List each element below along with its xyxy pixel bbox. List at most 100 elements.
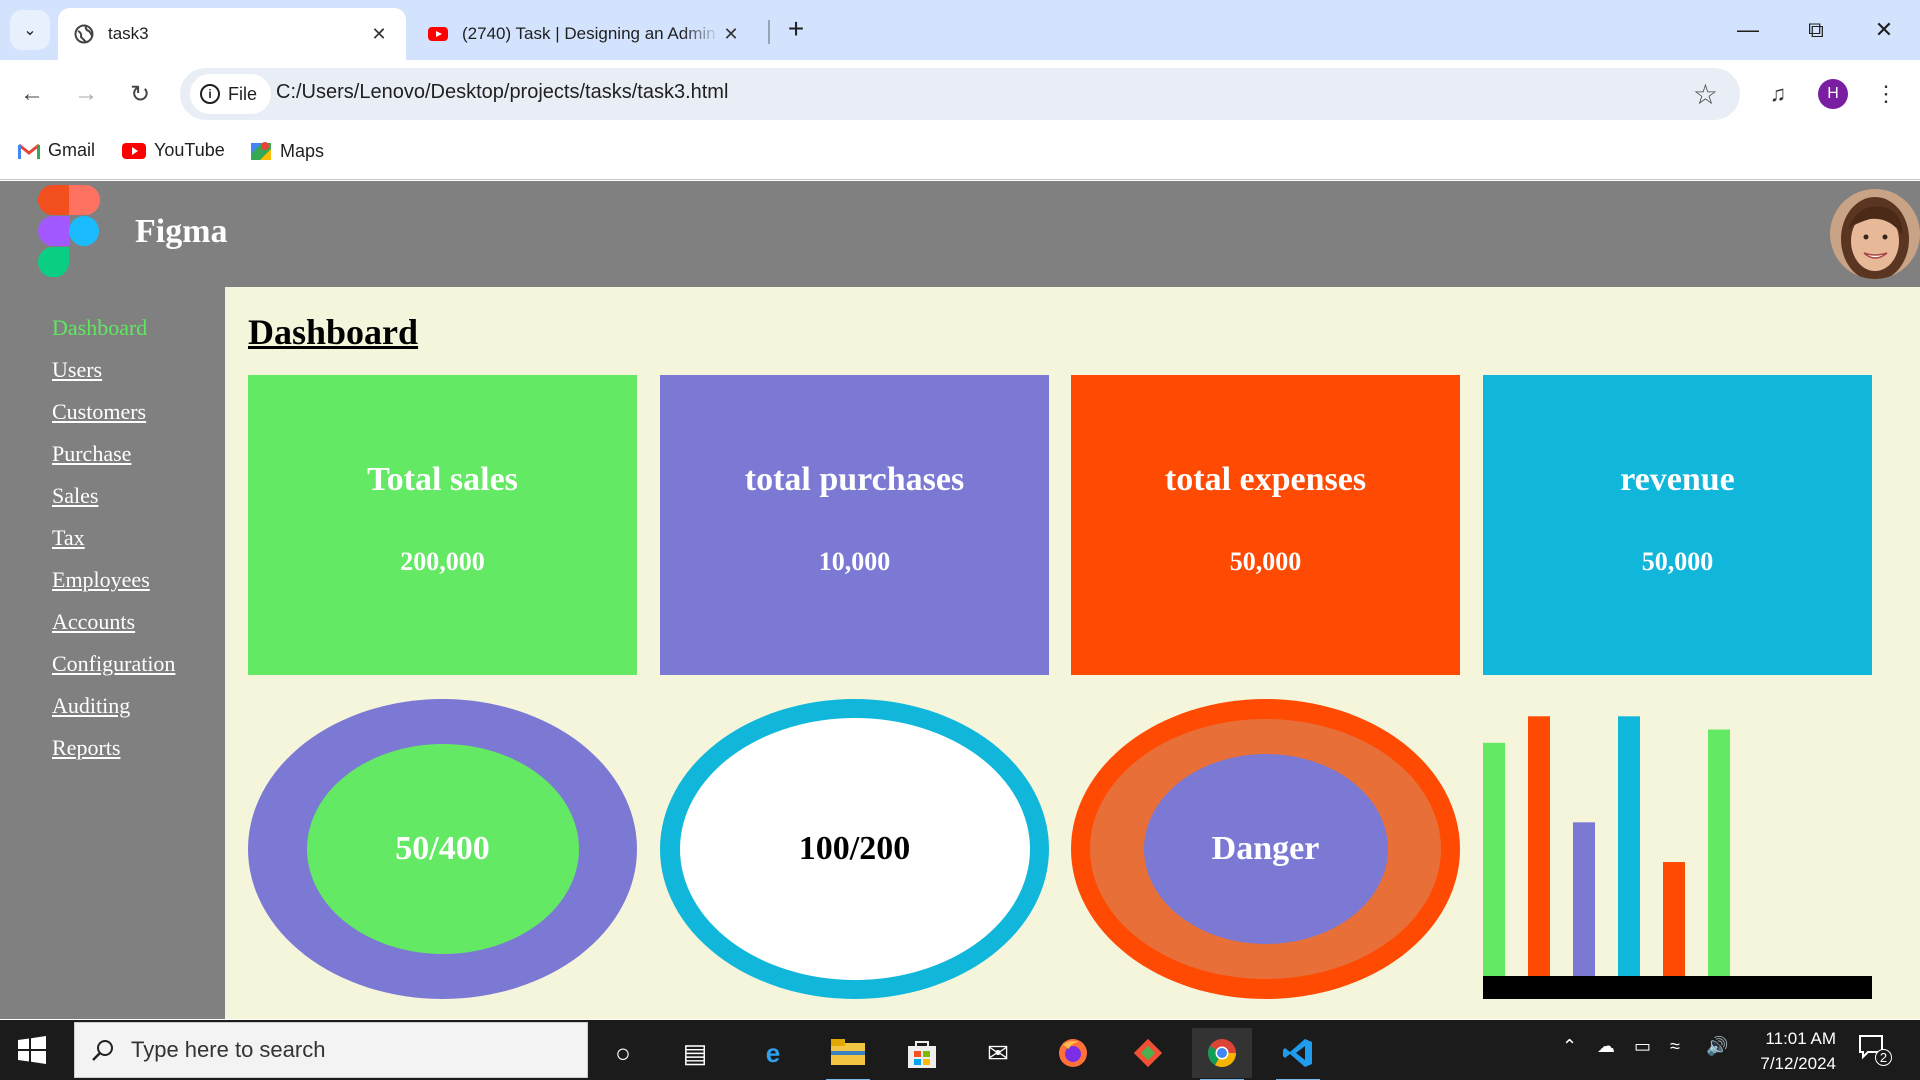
url-text[interactable]: C:/Users/Lenovo/Desktop/projects/tasks/t… bbox=[276, 81, 728, 104]
taskbar-search-box[interactable]: Type here to search bbox=[74, 1022, 588, 1078]
sidebar-item-employees[interactable]: Employees bbox=[52, 559, 225, 601]
sidebar-item-customers[interactable]: Customers bbox=[52, 391, 225, 433]
chrome-icon[interactable] bbox=[1192, 1028, 1252, 1080]
sidebar-item-users[interactable]: Users bbox=[52, 349, 225, 391]
bookmark-gmail[interactable]: Gmail bbox=[18, 140, 95, 161]
tab-search-button[interactable]: ⌄ bbox=[10, 10, 50, 50]
bookmark-label: Gmail bbox=[48, 140, 96, 160]
tab-divider bbox=[768, 20, 770, 44]
ring-label: 50/400 bbox=[306, 744, 579, 954]
volume-icon[interactable]: 🔊 bbox=[1706, 1036, 1728, 1057]
sidebar-item-dashboard[interactable]: Dashboard bbox=[52, 307, 225, 349]
close-tab-icon[interactable]: ✕ bbox=[368, 24, 390, 45]
edge-icon[interactable]: e bbox=[743, 1028, 803, 1078]
main-content: Dashboard Total sales 200,000 total purc… bbox=[248, 287, 1920, 1019]
figma-logo-icon bbox=[38, 185, 100, 277]
chart-bar-2 bbox=[1528, 716, 1550, 976]
tray-chevron-up-icon[interactable]: ⌃ bbox=[1562, 1036, 1577, 1057]
stat-card-title: total purchases bbox=[744, 461, 965, 498]
youtube-icon bbox=[122, 142, 146, 159]
stat-card-title: total expenses bbox=[1164, 461, 1367, 498]
address-bar[interactable]: i File C:/Users/Lenovo/Desktop/projects/… bbox=[180, 68, 1740, 120]
system-clock[interactable]: 11:01 AM 7/12/2024 bbox=[1736, 1026, 1836, 1076]
bookmark-label: YouTube bbox=[154, 140, 225, 160]
stat-card-total-sales: Total sales 200,000 bbox=[248, 375, 637, 675]
web-page: Figma Dashboard Users Customers Purchase… bbox=[0, 181, 1920, 1019]
sidebar-item-reports[interactable]: Reports bbox=[52, 727, 225, 769]
site-info-chip[interactable]: i File bbox=[190, 74, 272, 114]
gmail-icon bbox=[18, 143, 40, 159]
user-avatar[interactable] bbox=[1830, 189, 1920, 279]
wifi-icon[interactable]: ≈ bbox=[1670, 1036, 1680, 1057]
profile-avatar[interactable]: H bbox=[1818, 79, 1848, 109]
chevron-down-icon: ⌄ bbox=[23, 22, 37, 39]
cortana-icon[interactable]: ○ bbox=[593, 1028, 653, 1078]
tab-task3[interactable]: task3 ✕ bbox=[58, 8, 406, 60]
minimize-button[interactable]: — bbox=[1718, 10, 1778, 50]
firefox-icon[interactable] bbox=[1043, 1028, 1103, 1078]
brand-name: Figma bbox=[135, 213, 228, 250]
globe-icon bbox=[74, 24, 94, 44]
sidebar-nav: Dashboard Users Customers Purchase Sales… bbox=[0, 287, 225, 1019]
sidebar-item-accounts[interactable]: Accounts bbox=[52, 601, 225, 643]
microsoft-store-icon[interactable] bbox=[892, 1028, 952, 1078]
windows-taskbar: Type here to search ○ ▤ e ✉ ⌃ ☁ ▭ ≈ 🔊 11… bbox=[0, 1020, 1920, 1080]
bookmark-label: Maps bbox=[280, 140, 325, 161]
stat-card-total-expenses: total expenses 50,000 bbox=[1071, 375, 1460, 675]
sidebar-item-purchase[interactable]: Purchase bbox=[52, 433, 225, 475]
chart-bar-5 bbox=[1663, 862, 1685, 976]
sidebar-item-sales[interactable]: Sales bbox=[52, 475, 225, 517]
battery-icon[interactable]: ▭ bbox=[1634, 1036, 1651, 1057]
notification-count-badge: 2 bbox=[1875, 1049, 1892, 1066]
mini-bar-chart bbox=[1483, 716, 1872, 999]
chart-bar-1 bbox=[1483, 742, 1505, 976]
onedrive-cloud-icon[interactable]: ☁ bbox=[1597, 1036, 1615, 1057]
ring-label: Danger bbox=[1143, 754, 1388, 944]
windows-start-icon[interactable] bbox=[18, 1036, 46, 1064]
sidebar-item-tax[interactable]: Tax bbox=[52, 517, 225, 559]
more-menu-icon[interactable]: ⋮ bbox=[1868, 76, 1904, 112]
stat-card-title: revenue bbox=[1620, 461, 1735, 498]
progress-ring-50-400: 50/400 bbox=[248, 699, 637, 999]
mail-icon[interactable]: ✉ bbox=[968, 1028, 1028, 1078]
reload-button[interactable]: ↻ bbox=[124, 78, 156, 110]
youtube-icon bbox=[428, 27, 448, 41]
danger-ring-middle: Danger bbox=[1090, 719, 1441, 979]
bookmark-maps[interactable]: Maps bbox=[250, 140, 324, 162]
bookmark-star-icon[interactable]: ☆ bbox=[1693, 78, 1718, 111]
file-explorer-icon[interactable] bbox=[818, 1028, 878, 1080]
new-tab-button[interactable]: + bbox=[780, 14, 812, 46]
stat-card-value: 10,000 bbox=[818, 547, 891, 576]
forward-button[interactable]: → bbox=[70, 78, 102, 110]
media-control-icon[interactable]: ♫ bbox=[1760, 76, 1796, 112]
vscode-icon[interactable] bbox=[1268, 1028, 1328, 1080]
search-icon bbox=[92, 1040, 113, 1061]
tab-title: (2740) Task | Designing an Admin Dashboa… bbox=[462, 24, 720, 43]
page-title: Dashboard bbox=[248, 312, 419, 352]
sidebar-item-configuration[interactable]: Configuration bbox=[52, 643, 225, 685]
back-button[interactable]: ← bbox=[16, 78, 48, 110]
maps-icon bbox=[251, 142, 271, 160]
info-icon: i bbox=[200, 84, 220, 104]
chart-bar-4 bbox=[1618, 716, 1640, 976]
sidebar-item-auditing[interactable]: Auditing bbox=[52, 685, 225, 727]
close-tab-icon[interactable]: ✕ bbox=[720, 24, 742, 45]
stat-card-value: 50,000 bbox=[1641, 547, 1714, 576]
stat-card-value: 50,000 bbox=[1229, 547, 1302, 576]
tab-youtube[interactable]: (2740) Task | Designing an Admin Dashboa… bbox=[412, 8, 758, 60]
restore-button[interactable]: ⧉ bbox=[1786, 10, 1846, 50]
chart-bar-3 bbox=[1573, 822, 1595, 976]
task-view-icon[interactable]: ▤ bbox=[665, 1028, 725, 1078]
git-tool-icon[interactable] bbox=[1118, 1028, 1178, 1078]
close-window-button[interactable]: ✕ bbox=[1854, 10, 1914, 50]
stat-card-total-purchases: total purchases 10,000 bbox=[660, 375, 1049, 675]
tab-title: task3 bbox=[108, 24, 149, 43]
notification-center-icon[interactable]: 2 bbox=[1858, 1034, 1892, 1066]
bookmark-youtube[interactable]: YouTube bbox=[122, 140, 225, 161]
tab-strip: ⌄ task3 ✕ (2740) Task | Designing an Adm… bbox=[0, 0, 1920, 60]
bookmarks-bar: Gmail YouTube Maps bbox=[0, 128, 1920, 180]
stat-card-title: Total sales bbox=[367, 461, 518, 498]
danger-ring: Danger bbox=[1071, 699, 1460, 999]
search-placeholder: Type here to search bbox=[131, 1037, 326, 1062]
header-bar: Figma bbox=[0, 181, 1920, 287]
